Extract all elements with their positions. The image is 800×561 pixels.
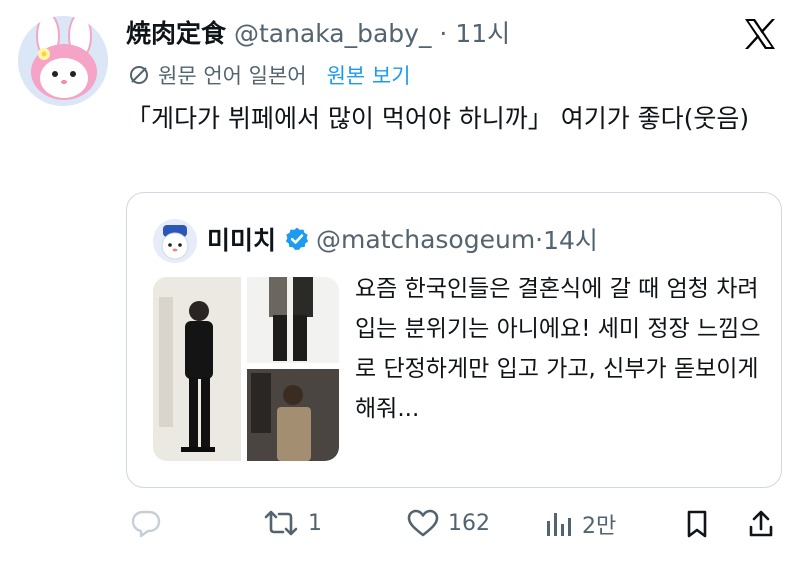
quoted-display-name[interactable]: 미미치 — [207, 221, 276, 257]
quoted-time-separator: · — [535, 224, 544, 254]
quoted-author-avatar[interactable] — [153, 219, 197, 263]
author-handle[interactable]: @tanaka_baby_ — [234, 19, 432, 48]
share-icon — [749, 510, 773, 537]
retweet-count: 1 — [308, 510, 322, 536]
quoted-tweet-body: 요즘 한국인들은 결혼식에 갈 때 엄청 차려입는 분위기는 아니에요! 세미 … — [355, 276, 761, 422]
retweet-button[interactable]: 1 — [262, 508, 322, 538]
author-display-name[interactable]: 焼肉定食 — [126, 19, 226, 48]
quoted-media-grid[interactable] — [153, 277, 339, 461]
share-button[interactable] — [746, 508, 776, 540]
tweet-header: 焼肉定食 @tanaka_baby_ · 11시 — [126, 14, 510, 50]
verified-badge-icon — [285, 227, 309, 250]
bookmark-button[interactable] — [682, 508, 712, 540]
reply-icon — [131, 510, 161, 538]
time-separator: · — [431, 19, 456, 48]
translation-row: 원문 언어 일본어 원본 보기 — [128, 60, 411, 90]
views-count: 2만 — [582, 514, 617, 539]
views-button[interactable]: 2만 — [544, 508, 616, 540]
view-original-link[interactable]: 원본 보기 — [327, 60, 411, 90]
tweet-timestamp[interactable]: 11시 — [455, 19, 510, 48]
heart-icon — [407, 509, 439, 537]
views-chart-icon — [547, 513, 571, 536]
author-avatar[interactable] — [18, 16, 108, 106]
like-button[interactable]: 162 — [406, 508, 490, 538]
reply-button[interactable] — [130, 508, 170, 538]
translate-icon — [130, 66, 148, 84]
tweet-body: 「게다가 뷔페에서 많이 먹어야 하니까」 여기가 좋다(웃음) — [126, 104, 750, 133]
quoted-tweet-header: 미미치 @matchasogeum · 14시 — [207, 221, 598, 257]
translation-note: 원문 언어 일본어 — [158, 64, 307, 88]
avatar-character-image — [18, 16, 108, 106]
quoted-avatar-image — [153, 219, 197, 263]
quoted-tweet-card[interactable]: 미미치 @matchasogeum · 14시 요즘 한국인들은 결혼식에 갈 … — [126, 192, 782, 488]
retweet-icon — [264, 510, 298, 536]
quoted-media-photos — [153, 277, 339, 461]
quoted-handle[interactable]: @matchasogeum — [316, 225, 535, 254]
like-count: 162 — [448, 510, 490, 536]
bookmark-icon — [687, 510, 707, 538]
x-logo-icon — [745, 19, 775, 49]
tweet-action-bar: 1 162 2만 — [0, 500, 800, 548]
quoted-timestamp[interactable]: 14시 — [543, 221, 598, 257]
